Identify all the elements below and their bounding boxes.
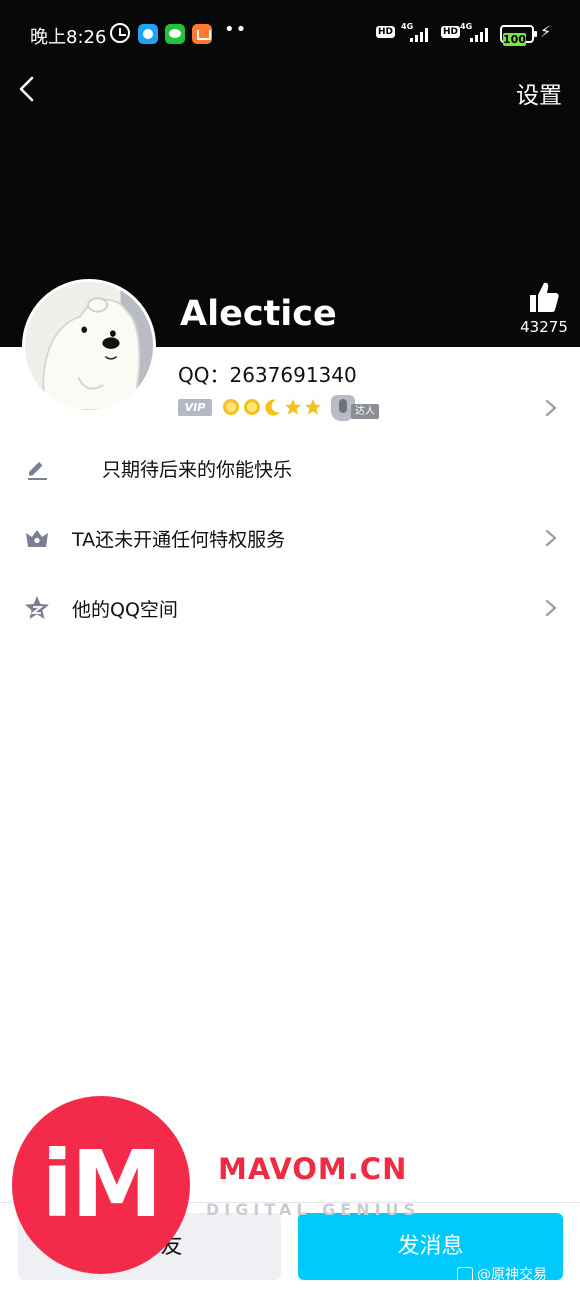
vip-badge: VIP <box>178 399 212 416</box>
polar-bear-avatar-image <box>25 282 153 410</box>
star-icon <box>304 398 322 416</box>
badge-row[interactable]: VIP 达人 <box>178 394 558 422</box>
moon-icon <box>264 398 282 416</box>
star-icon <box>284 398 302 416</box>
watermark-site: MAVOM.CN <box>218 1152 408 1186</box>
chevron-right-icon[interactable] <box>540 396 562 420</box>
avatar[interactable] <box>22 279 156 413</box>
weibo-watermark: @原神交易 <box>457 1264 580 1284</box>
watermark-tagline: DIGITAL GENIUS <box>206 1200 421 1219</box>
back-button[interactable] <box>12 72 46 106</box>
signature-text: 只期待后来的你能快乐 <box>102 459 293 481</box>
sun-icon <box>243 398 261 416</box>
signature-row[interactable]: 只期待后来的你能快乐 <box>0 432 580 502</box>
expert-badge: 达人 <box>331 395 385 421</box>
status-time: 晚上8:26 <box>30 27 107 48</box>
edit-pencil-icon <box>24 455 50 481</box>
weibo-icon <box>457 1267 473 1283</box>
settings-button[interactable]: 设置 <box>516 76 562 110</box>
privilege-text: TA还未开通任何特权服务 <box>72 529 286 551</box>
battery-icon: 100 <box>500 25 537 46</box>
thumbs-up-icon <box>530 282 559 312</box>
hd-voice-badge: HD <box>376 26 396 38</box>
crown-icon <box>24 525 50 551</box>
signal-icon <box>470 27 492 42</box>
qzone-row[interactable]: 他的QQ空间 <box>0 572 580 642</box>
wechat-icon <box>165 24 185 44</box>
mi-store-icon <box>192 24 212 44</box>
qzone-text: 他的QQ空间 <box>72 599 178 621</box>
sun-icon <box>222 398 240 416</box>
watermark-logo: iM <box>12 1096 190 1274</box>
weibo-handle: @原神交易 <box>477 1267 547 1283</box>
qq-number: QQ：2637691340 <box>178 363 357 387</box>
like-button[interactable]: 43275 <box>516 280 572 338</box>
qq-icon <box>138 24 158 44</box>
alarm-icon <box>110 23 130 43</box>
expert-label: 达人 <box>351 404 379 419</box>
nickname: Alectice <box>180 294 337 334</box>
signal-icon <box>410 27 432 42</box>
charging-icon: ⚡ <box>540 22 552 41</box>
status-bar: 晚上8:26 •• HD 4G HD 4G 100 ⚡ <box>0 14 580 54</box>
battery-level: 100 <box>503 33 526 46</box>
hd-voice-badge: HD <box>441 26 461 38</box>
privilege-row[interactable]: TA还未开通任何特权服务 <box>0 502 580 572</box>
more-notifications-icon: •• <box>224 19 248 40</box>
like-count: 43275 <box>520 318 568 336</box>
chevron-right-icon <box>540 596 562 620</box>
chevron-left-icon <box>19 76 34 102</box>
chevron-right-icon <box>540 526 562 550</box>
qzone-star-icon <box>24 595 50 621</box>
